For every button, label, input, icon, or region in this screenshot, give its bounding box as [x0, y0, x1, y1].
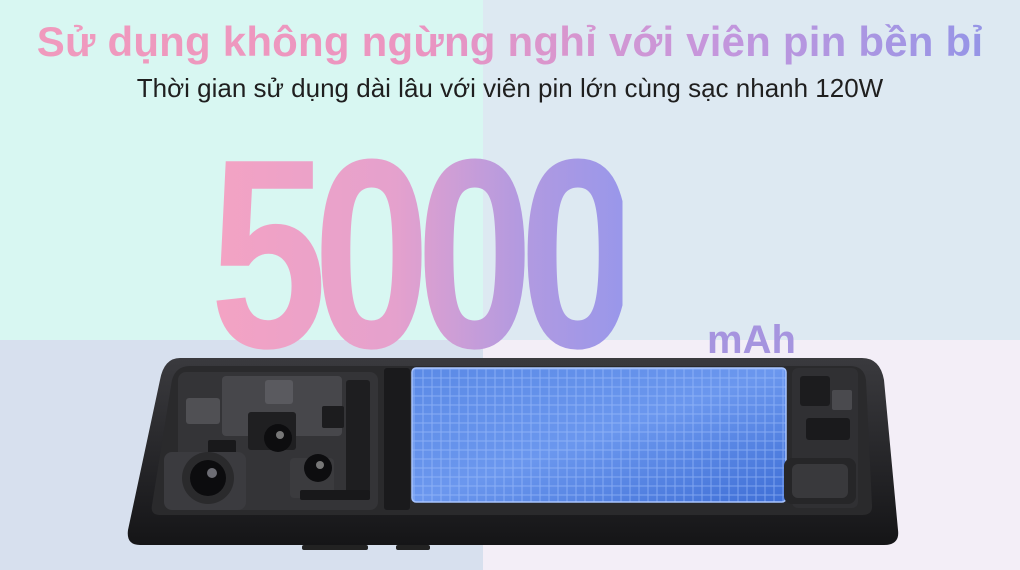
speaker-module — [784, 368, 858, 508]
phone-internals-illustration — [127, 358, 899, 550]
frame-rail — [384, 368, 410, 510]
volume-button — [302, 545, 368, 550]
power-button — [396, 545, 430, 550]
battery-cell — [411, 367, 787, 503]
